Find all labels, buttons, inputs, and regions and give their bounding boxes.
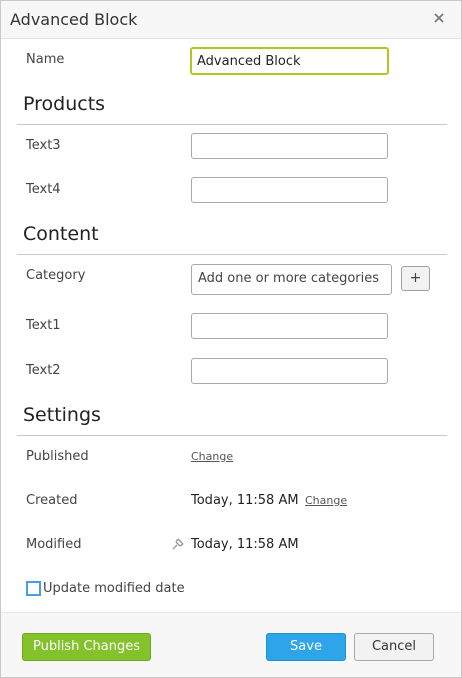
- published-change-link[interactable]: Change: [191, 450, 233, 463]
- text1-input[interactable]: [191, 313, 388, 339]
- text3-input[interactable]: [191, 133, 388, 159]
- cancel-button[interactable]: Cancel: [354, 633, 434, 661]
- advanced-block-dialog: Advanced Block Name Products Text3 Text4…: [0, 0, 462, 678]
- update-modified-checkbox[interactable]: [26, 581, 41, 596]
- text4-input[interactable]: [191, 177, 388, 203]
- products-heading: Products: [23, 93, 106, 115]
- save-button[interactable]: Save: [266, 633, 346, 661]
- settings-heading: Settings: [23, 404, 101, 426]
- dialog-title-bar: Advanced Block: [1, 1, 461, 39]
- content-divider: [17, 254, 447, 255]
- text4-label: Text4: [26, 182, 61, 197]
- content-heading: Content: [23, 223, 99, 245]
- created-label: Created: [26, 493, 78, 508]
- text3-label: Text3: [26, 138, 61, 153]
- category-label: Category: [26, 268, 86, 283]
- dialog-title: Advanced Block: [10, 10, 138, 29]
- close-icon[interactable]: [432, 11, 446, 25]
- update-modified-label[interactable]: Update modified date: [43, 581, 185, 596]
- products-divider: [17, 124, 447, 125]
- name-input[interactable]: [190, 47, 389, 75]
- created-value: Today, 11:58 AM: [191, 493, 299, 508]
- pin-icon[interactable]: [172, 538, 184, 550]
- publish-changes-button[interactable]: Publish Changes: [22, 633, 151, 661]
- text2-input[interactable]: [191, 358, 388, 384]
- category-selector[interactable]: Add one or more categories: [191, 264, 392, 295]
- text1-label: Text1: [26, 318, 61, 333]
- published-label: Published: [26, 449, 89, 464]
- category-placeholder: Add one or more categories: [198, 271, 380, 286]
- name-label: Name: [26, 52, 65, 67]
- created-change-link[interactable]: Change: [305, 494, 347, 507]
- modified-value: Today, 11:58 AM: [191, 537, 299, 552]
- modified-label: Modified: [26, 537, 82, 552]
- add-category-button[interactable]: +: [401, 266, 430, 291]
- text2-label: Text2: [26, 363, 61, 378]
- settings-divider: [17, 435, 447, 436]
